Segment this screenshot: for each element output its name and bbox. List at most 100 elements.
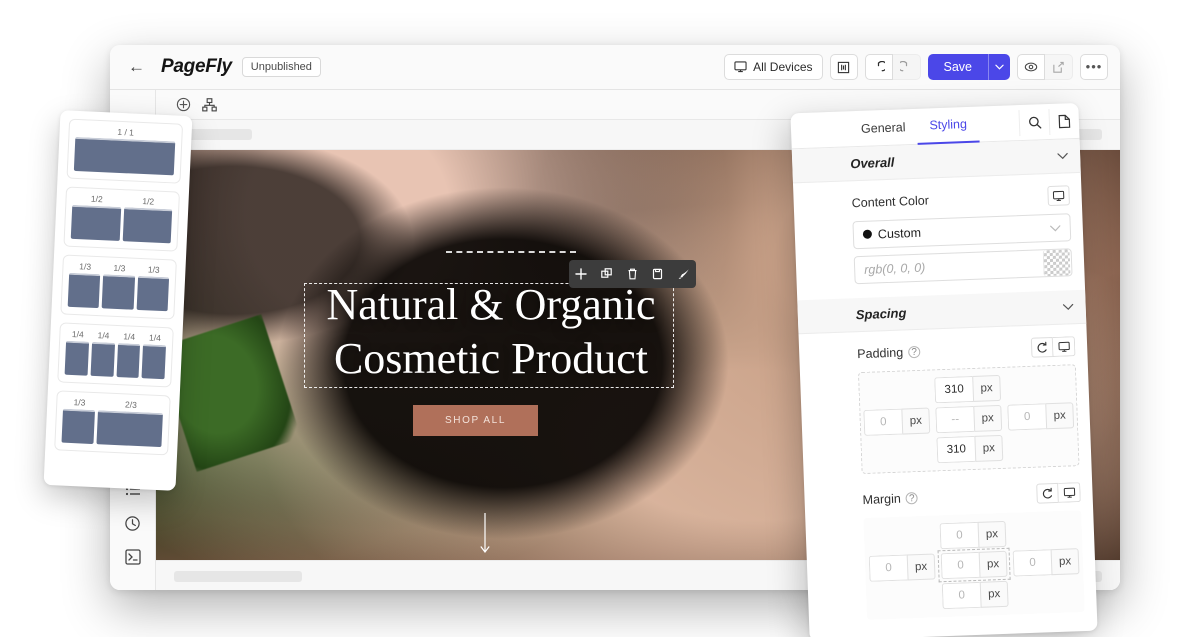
panel-page-button[interactable]: [1048, 107, 1080, 135]
save-button[interactable]: Save: [927, 54, 988, 80]
monitor-icon: [1052, 190, 1065, 201]
padding-device-button[interactable]: [1052, 336, 1076, 357]
padding-center-field[interactable]: -- px: [935, 404, 1003, 434]
padding-center-unit[interactable]: px: [973, 404, 1003, 432]
ruler-button[interactable]: [829, 54, 858, 80]
padding-reset-button[interactable]: [1030, 336, 1054, 358]
add-circle-icon[interactable]: [170, 94, 196, 116]
layout-preset-thirds[interactable]: 1/3 1/3 1/3: [60, 254, 177, 320]
margin-reset-button[interactable]: [1036, 482, 1059, 504]
margin-center-field[interactable]: 0 px: [937, 547, 1011, 583]
padding-left-unit[interactable]: px: [901, 407, 931, 435]
save-dropdown-caret[interactable]: [988, 54, 1010, 80]
padding-bottom-field[interactable]: 310 px: [936, 434, 1004, 464]
status-badge: Unpublished: [241, 57, 321, 77]
reset-circle-icon: [1042, 487, 1053, 499]
margin-actions: [1036, 482, 1081, 504]
checker-swatch-icon[interactable]: [1042, 249, 1071, 277]
padding-bottom-unit[interactable]: px: [974, 434, 1004, 462]
sidebar-item-code[interactable]: [118, 542, 148, 572]
margin-center-unit[interactable]: px: [978, 550, 1008, 578]
preset-column: [136, 275, 170, 312]
padding-right-unit[interactable]: px: [1045, 402, 1075, 430]
publish-button[interactable]: [1045, 54, 1073, 80]
overall-controls: Content Color Custom rgb(0, 0, 0): [793, 173, 1085, 300]
all-devices-label: All Devices: [753, 60, 813, 74]
preset-label: 1/2: [142, 196, 155, 207]
color-mode-value: Custom: [877, 225, 922, 242]
paste-icon[interactable]: [652, 268, 663, 280]
chevron-down-icon[interactable]: [1057, 152, 1068, 160]
layout-preset-1-2-1-2[interactable]: 1/2 1/2: [63, 186, 180, 252]
margin-left-value[interactable]: 0: [868, 554, 908, 582]
margin-bottom-value[interactable]: 0: [941, 581, 981, 610]
sidebar-item-history[interactable]: [118, 508, 148, 538]
preset-label: 1/4: [148, 332, 162, 343]
preview-button[interactable]: [1017, 54, 1045, 80]
panel-search-button[interactable]: [1018, 108, 1050, 136]
section-overall-title: Overall: [850, 154, 895, 172]
hero-heading[interactable]: Natural & Organic Cosmetic Product: [308, 278, 674, 386]
help-question-icon[interactable]: ?: [907, 345, 921, 359]
preset-column: [70, 204, 121, 241]
margin-center-value[interactable]: 0: [940, 551, 980, 580]
margin-bottom-unit[interactable]: px: [979, 580, 1009, 608]
padding-top-value[interactable]: 310: [934, 375, 974, 404]
color-mode-select[interactable]: Custom: [852, 213, 1072, 250]
content-color-label: Content Color: [851, 193, 930, 211]
section-spacing-title: Spacing: [855, 305, 907, 323]
chevron-down-icon[interactable]: [1062, 303, 1074, 311]
layout-preset-1-1[interactable]: 1 / 1: [66, 118, 184, 184]
monitor-icon: [734, 61, 747, 73]
padding-center-value[interactable]: --: [935, 405, 975, 434]
layout-preset-1-3-2-3[interactable]: 1/3 2/3: [54, 390, 171, 456]
margin-top-value[interactable]: 0: [939, 521, 979, 550]
margin-right-field[interactable]: 0 px: [1012, 548, 1080, 577]
undo-button[interactable]: [864, 54, 893, 80]
back-arrow-icon[interactable]: ←: [122, 55, 151, 79]
editor-topbar: ← PageFly Unpublished All Devices Save •…: [110, 45, 1120, 90]
padding-controls: Padding ? 310 px 0 px -- px 0 px 310 px: [799, 324, 1093, 490]
margin-left-unit[interactable]: px: [906, 553, 936, 581]
chevron-down-icon: [1050, 224, 1061, 231]
margin-top-field[interactable]: 0 px: [939, 520, 1007, 550]
move-icon[interactable]: [575, 268, 587, 280]
help-question-icon[interactable]: ?: [905, 492, 919, 505]
padding-right-field[interactable]: 0 px: [1007, 402, 1075, 431]
tab-general[interactable]: General: [848, 108, 918, 146]
layout-preset-quarters[interactable]: 1/4 1/4 1/4 1/4: [57, 322, 174, 388]
padding-bottom-value[interactable]: 310: [936, 435, 976, 464]
padding-right-value[interactable]: 0: [1007, 403, 1047, 431]
padding-middle-row: 0 px -- px 0 px: [863, 402, 1075, 436]
padding-left-field[interactable]: 0 px: [863, 407, 931, 436]
margin-device-button[interactable]: [1058, 482, 1081, 503]
color-value-input[interactable]: rgb(0, 0, 0): [853, 248, 1073, 285]
all-devices-button[interactable]: All Devices: [724, 54, 823, 80]
delete-trash-icon[interactable]: [627, 268, 638, 280]
margin-middle-row: 0 px 0 px 0 px: [868, 547, 1080, 583]
padding-top-field[interactable]: 310 px: [934, 374, 1002, 404]
shop-all-button[interactable]: SHOP ALL: [413, 405, 538, 436]
duplicate-icon[interactable]: [601, 268, 613, 280]
padding-left-value[interactable]: 0: [863, 408, 903, 436]
margin-right-value[interactable]: 0: [1012, 549, 1052, 577]
padding-top-unit[interactable]: px: [972, 374, 1002, 402]
preset-label: 1/3: [73, 397, 86, 408]
margin-top-unit[interactable]: px: [977, 520, 1007, 548]
eye-icon: [1024, 62, 1038, 72]
margin-bottom-field[interactable]: 0 px: [941, 580, 1009, 610]
edit-brush-icon[interactable]: [677, 268, 690, 280]
tab-styling[interactable]: Styling: [916, 106, 980, 145]
column-layout-panel: 1 / 1 1/2 1/2 1/3 1/3 1/3 1/4 1/4 1/4 1/…: [43, 110, 193, 491]
preset-column: [101, 274, 135, 310]
margin-right-unit[interactable]: px: [1050, 548, 1080, 576]
margin-left-field[interactable]: 0 px: [868, 553, 936, 582]
sitemap-icon[interactable]: [196, 94, 222, 116]
more-options-button[interactable]: •••: [1080, 54, 1108, 80]
redo-button[interactable]: [892, 54, 921, 80]
content-color-device-button[interactable]: [1047, 185, 1070, 207]
redo-icon: [899, 60, 907, 71]
undo-redo-group: [864, 54, 921, 80]
preset-column: [141, 344, 167, 380]
preset-column: [67, 272, 101, 309]
